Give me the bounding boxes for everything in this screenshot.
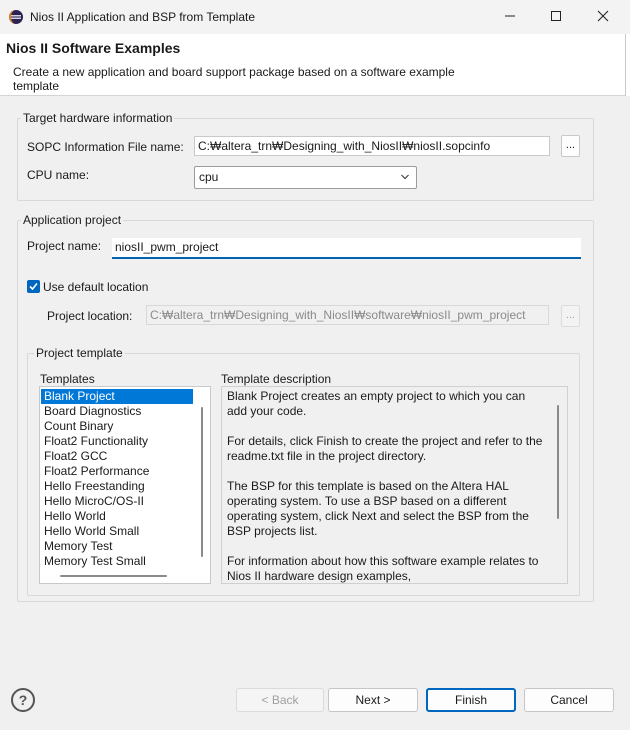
template-description-label: Template description xyxy=(221,372,332,386)
next-button[interactable]: Next > xyxy=(328,688,418,712)
templates-vertical-scrollbar[interactable] xyxy=(201,407,203,557)
application-project-group-label: Application project xyxy=(21,213,124,227)
help-button[interactable]: ? xyxy=(11,688,35,712)
help-icon: ? xyxy=(18,692,28,708)
templates-horizontal-scrollbar[interactable] xyxy=(60,575,167,577)
maximize-button[interactable] xyxy=(533,0,579,32)
sopc-file-field[interactable]: C:₩altera_trn₩Designing_with_NiosII₩nios… xyxy=(194,136,550,156)
template-item-hello-microc-os-ii[interactable]: Hello MicroC/OS-II xyxy=(41,494,210,509)
project-location-browse-button[interactable]: ... xyxy=(561,305,580,327)
minimize-icon xyxy=(505,15,515,17)
page-description: Create a new application and board suppo… xyxy=(13,65,455,93)
eclipse-icon xyxy=(9,10,23,24)
template-item-hello-world-small[interactable]: Hello World Small xyxy=(41,524,210,539)
templates-list[interactable]: Blank Project Board Diagnostics Count Bi… xyxy=(39,386,211,584)
description-vertical-scrollbar[interactable] xyxy=(557,405,559,519)
template-item-float2-functionality[interactable]: Float2 Functionality xyxy=(41,434,210,449)
template-item-board-diagnostics[interactable]: Board Diagnostics xyxy=(41,404,210,419)
project-location-label: Project location: xyxy=(47,309,133,323)
use-default-location-checkbox[interactable] xyxy=(27,280,40,293)
wizard-button-bar: ? < Back Next > Finish Cancel xyxy=(0,672,630,730)
template-item-memory-test-small[interactable]: Memory Test Small xyxy=(41,554,210,569)
template-item-hello-freestanding[interactable]: Hello Freestanding xyxy=(41,479,210,494)
template-item-count-binary[interactable]: Count Binary xyxy=(41,419,210,434)
project-location-field[interactable]: C:₩altera_trn₩Designing_with_NiosII₩soft… xyxy=(146,305,549,325)
checkmark-icon xyxy=(29,282,38,291)
cpu-name-label: CPU name: xyxy=(27,168,90,182)
project-name-label: Project name: xyxy=(27,239,102,253)
sopc-file-label: SOPC Information File name: xyxy=(27,140,184,154)
back-button[interactable]: < Back xyxy=(236,688,324,712)
template-item-memory-test[interactable]: Memory Test xyxy=(41,539,210,554)
templates-label: Templates xyxy=(40,372,95,386)
chevron-down-icon xyxy=(401,174,409,180)
template-item-float2-gcc[interactable]: Float2 GCC xyxy=(41,449,210,464)
cpu-name-value: cpu xyxy=(199,170,219,184)
template-description-text: Blank Project creates an empty project t… xyxy=(227,389,543,583)
template-item-blank-project[interactable]: Blank Project xyxy=(41,389,193,404)
title-bar: Nios II Application and BSP from Templat… xyxy=(0,0,630,34)
template-item-hello-world[interactable]: Hello World xyxy=(41,509,210,524)
project-name-field[interactable]: niosII_pwm_project xyxy=(112,238,581,259)
project-template-group-label: Project template xyxy=(34,346,125,360)
template-description-box: Blank Project creates an empty project t… xyxy=(221,386,568,584)
header-edge xyxy=(625,34,630,96)
target-hardware-group-label: Target hardware information xyxy=(21,111,175,125)
maximize-icon xyxy=(551,11,561,21)
close-icon xyxy=(597,10,609,22)
use-default-location-label[interactable]: Use default location xyxy=(43,280,148,294)
wizard-header: Nios II Software Examples Create a new a… xyxy=(0,34,630,96)
close-button[interactable] xyxy=(580,0,626,32)
window-title: Nios II Application and BSP from Templat… xyxy=(30,10,256,24)
page-title: Nios II Software Examples xyxy=(6,40,181,56)
minimize-button[interactable] xyxy=(487,0,533,32)
template-item-float2-performance[interactable]: Float2 Performance xyxy=(41,464,210,479)
sopc-browse-button[interactable]: ... xyxy=(561,135,580,157)
finish-button[interactable]: Finish xyxy=(426,688,516,712)
cpu-name-select[interactable]: cpu xyxy=(194,166,417,189)
cancel-button[interactable]: Cancel xyxy=(524,688,614,712)
